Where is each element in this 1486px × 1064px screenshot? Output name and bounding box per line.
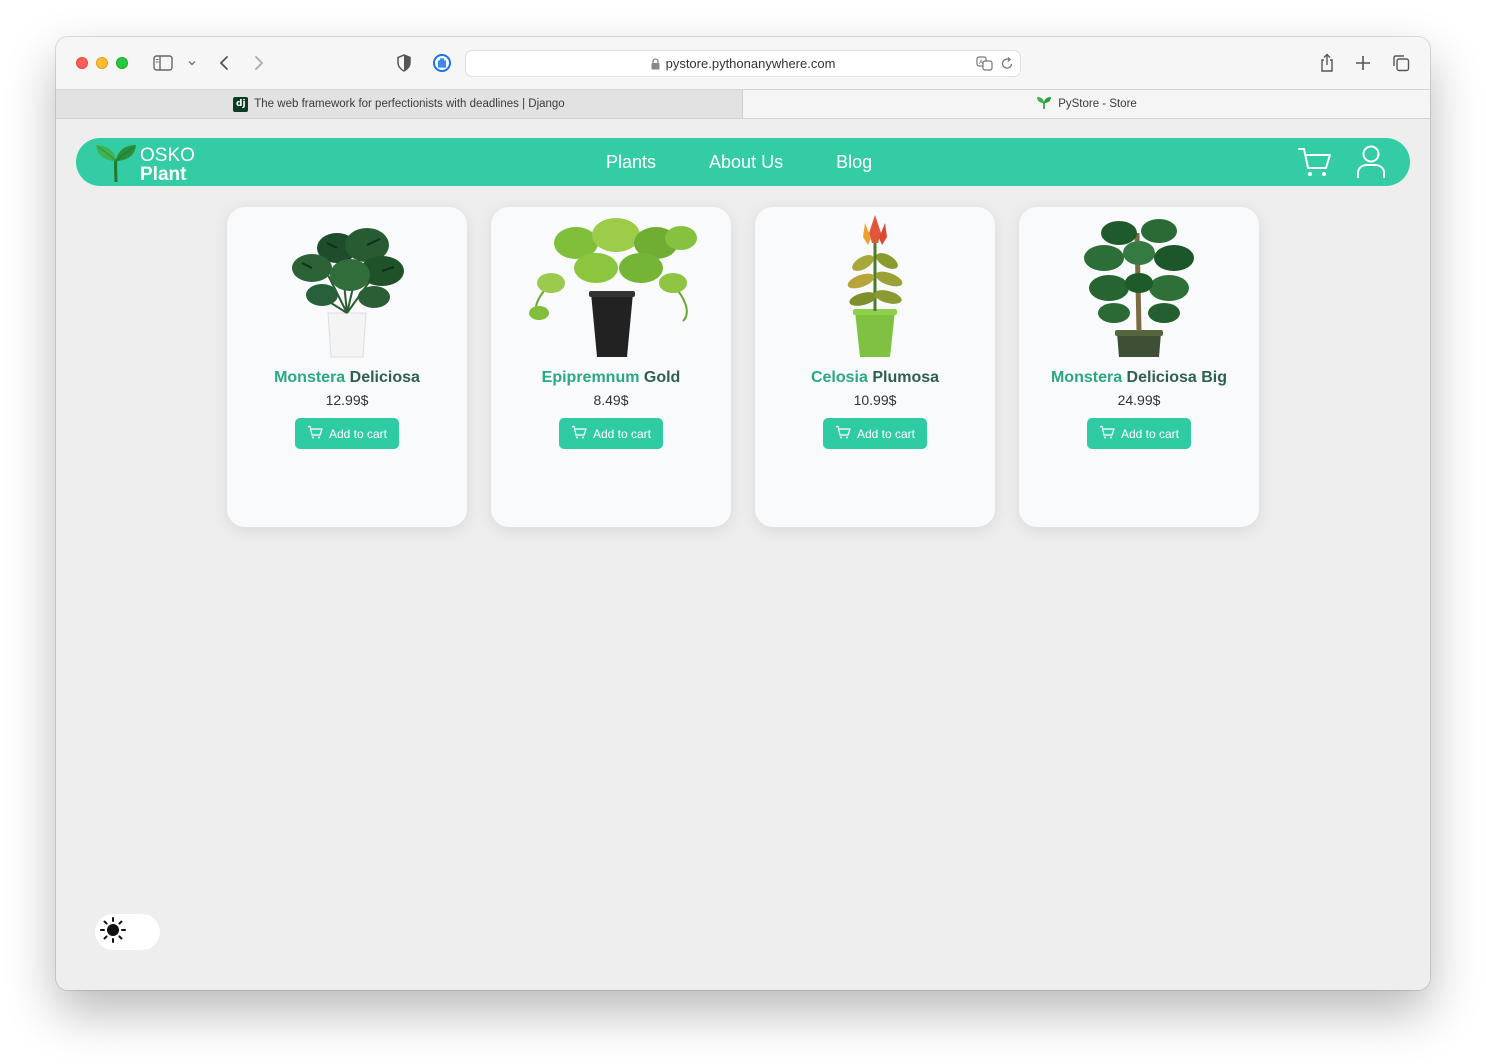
cart-icon[interactable] (1298, 144, 1332, 180)
add-to-cart-button[interactable]: Add to cart (823, 418, 927, 449)
translate-icon[interactable]: A (976, 56, 994, 74)
sprout-logo-icon (94, 141, 138, 188)
product-card[interactable]: Celosia Plumosa 10.99$ Add to cart (755, 207, 995, 527)
cart-icon (307, 425, 323, 442)
extension-hand-icon[interactable] (432, 53, 452, 73)
product-price: 12.99$ (325, 392, 369, 408)
django-icon: dj (233, 96, 249, 112)
tab-title: The web framework for perfectionists wit… (254, 98, 565, 110)
brand-name-line2: Plant (140, 163, 187, 185)
product-price: 10.99$ (853, 392, 897, 408)
sun-icon (99, 916, 127, 949)
cart-icon (835, 425, 851, 442)
add-to-cart-label: Add to cart (856, 426, 916, 441)
forward-icon[interactable] (249, 53, 269, 73)
url-text: pystore.pythonanywhere.com (665, 56, 836, 71)
product-name[interactable]: Epipremnum Gold (542, 369, 681, 387)
browser-window: pystore.pythonanywhere.com A dj The web … (56, 37, 1430, 990)
monstera-big-plant-image[interactable] (1039, 213, 1239, 363)
nav-link-blog[interactable]: Blog (836, 152, 872, 173)
main-nav: Plants About Us Blog (606, 138, 925, 186)
tab-overview-icon[interactable] (1391, 53, 1411, 73)
minimize-window-button[interactable] (96, 57, 108, 69)
add-to-cart-label: Add to cart (1120, 426, 1180, 441)
reload-icon[interactable] (1000, 56, 1014, 74)
tab-django[interactable]: dj The web framework for perfectionists … (56, 90, 743, 118)
zoom-window-button[interactable] (116, 57, 128, 69)
product-card[interactable]: Monstera Deliciosa 12.99$ Add to cart (227, 207, 467, 527)
add-to-cart-label: Add to cart (328, 426, 388, 441)
user-account-icon[interactable] (1354, 144, 1388, 180)
chevron-down-icon[interactable] (182, 53, 202, 73)
brand-name-line1: OSKO (140, 144, 195, 166)
tab-title: PyStore - Store (1058, 98, 1137, 110)
new-tab-icon[interactable] (1353, 53, 1373, 73)
sprout-icon (1036, 96, 1052, 113)
product-card[interactable]: Epipremnum Gold 8.49$ Add to cart (491, 207, 731, 527)
back-icon[interactable] (214, 53, 234, 73)
product-card[interactable]: Monstera Deliciosa Big 24.99$ Add to car… (1019, 207, 1259, 527)
theme-toggle[interactable] (95, 914, 160, 950)
add-to-cart-label: Add to cart (592, 426, 652, 441)
product-price: 8.49$ (593, 392, 629, 408)
nav-link-about-us[interactable]: About Us (709, 152, 783, 173)
page-content: OSKO Plant Plants About Us Blog Monstera… (56, 119, 1430, 990)
privacy-shield-icon[interactable] (394, 53, 414, 73)
add-to-cart-button[interactable]: Add to cart (295, 418, 399, 449)
share-icon[interactable] (1317, 53, 1337, 73)
nav-link-plants[interactable]: Plants (606, 152, 656, 173)
address-bar[interactable]: pystore.pythonanywhere.com A (465, 50, 1021, 77)
celosia-plant-image[interactable] (775, 213, 975, 363)
product-price: 24.99$ (1117, 392, 1161, 408)
nav-actions (1298, 144, 1388, 180)
close-window-button[interactable] (76, 57, 88, 69)
lock-icon (651, 57, 660, 70)
product-name[interactable]: Monstera Deliciosa Big (1051, 369, 1227, 387)
tab-pystore[interactable]: PyStore - Store (743, 90, 1430, 118)
cart-icon (571, 425, 587, 442)
brand-logo[interactable]: OSKO Plant (94, 141, 195, 188)
tab-bar: dj The web framework for perfectionists … (56, 89, 1430, 119)
add-to-cart-button[interactable]: Add to cart (1087, 418, 1191, 449)
product-name[interactable]: Monstera Deliciosa (274, 369, 420, 387)
browser-toolbar: pystore.pythonanywhere.com A (56, 37, 1430, 89)
cart-icon (1099, 425, 1115, 442)
add-to-cart-button[interactable]: Add to cart (559, 418, 663, 449)
pothos-plant-image[interactable] (511, 213, 711, 363)
sidebar-toggle-icon[interactable] (153, 53, 173, 73)
product-grid: Monstera Deliciosa 12.99$ Add to cart Ep… (227, 207, 1259, 527)
monstera-plant-image[interactable] (247, 213, 447, 363)
site-navbar: OSKO Plant Plants About Us Blog (76, 138, 1410, 186)
product-name[interactable]: Celosia Plumosa (811, 369, 939, 387)
